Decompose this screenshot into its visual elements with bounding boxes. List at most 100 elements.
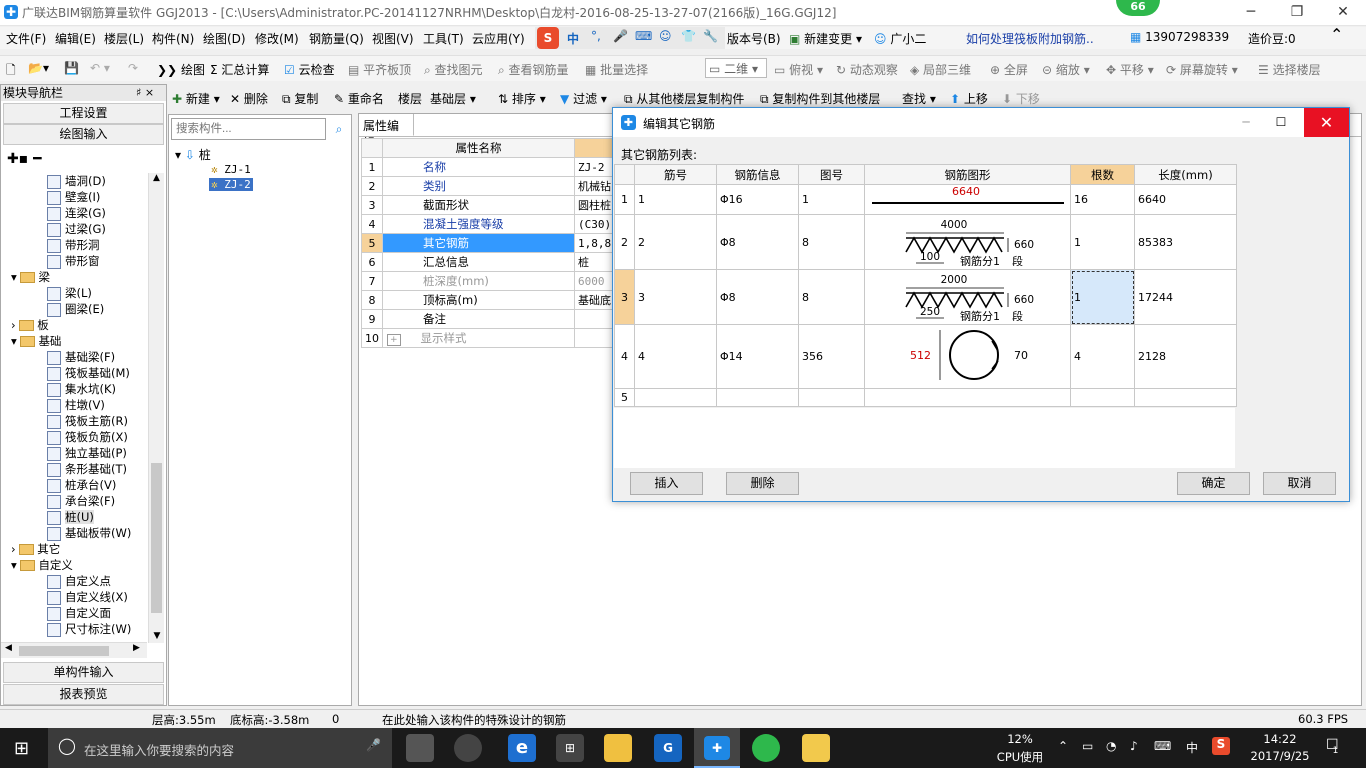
- nav-tree-item[interactable]: 承台梁(F): [47, 493, 115, 509]
- length-cell[interactable]: 17244: [1134, 269, 1237, 325]
- count-cell[interactable]: 1: [1070, 214, 1135, 270]
- skin-icon[interactable]: ☺: [659, 29, 672, 43]
- expand-all-icon[interactable]: ✚▪ ━: [7, 151, 42, 167]
- ok-button[interactable]: 确定: [1177, 472, 1250, 495]
- delete-component-button[interactable]: ✕ 删除: [230, 90, 268, 107]
- redo-icon[interactable]: ↷: [128, 61, 138, 75]
- search-icon[interactable]: ⌕: [328, 118, 350, 140]
- tray-chevron-icon[interactable]: ⌃: [1058, 739, 1068, 753]
- chevron-down-icon[interactable]: ▾: [11, 558, 20, 572]
- nav-tree-item[interactable]: 筏板基础(M): [47, 365, 130, 381]
- sort-button[interactable]: ⇅ 排序 ▾: [498, 90, 546, 107]
- nav-tree-item[interactable]: 基础板带(W): [47, 525, 131, 541]
- nav-tree-item[interactable]: 条形基础(T): [47, 461, 127, 477]
- nav-tree-item[interactable]: 带形窗: [47, 253, 100, 269]
- property-row[interactable]: 6 汇总信息桩: [361, 252, 629, 272]
- menu-file[interactable]: 文件(F): [6, 30, 46, 47]
- rebar-info-cell[interactable]: Φ14: [716, 324, 799, 389]
- menu-modify[interactable]: 修改(M): [255, 30, 299, 47]
- property-row[interactable]: 7 桩深度(mm) 6000: [361, 271, 629, 291]
- rebar-row[interactable]: 3 3 Φ8 8 2000 660 250 钢筋分1 段 1 17244: [614, 269, 1237, 325]
- tree-item-zj1[interactable]: ✲ ZJ-1: [211, 163, 251, 176]
- store-icon[interactable]: ⊞: [556, 734, 584, 762]
- chevron-right-icon[interactable]: ›: [11, 318, 19, 332]
- property-row[interactable]: 2 类别 机械钻: [361, 176, 629, 196]
- dynamic-view-button[interactable]: ↻ 动态观察: [836, 61, 898, 78]
- rebar-info-cell[interactable]: Φ8: [716, 214, 799, 270]
- find-button[interactable]: 查找 ▾: [902, 90, 936, 107]
- rebar-shape-cell[interactable]: 4000 660 100 钢筋分1 段: [864, 214, 1071, 270]
- green-app-icon[interactable]: [752, 734, 780, 762]
- menu-component[interactable]: 构件(N): [152, 30, 194, 47]
- nav-tree-item[interactable]: 墙洞(D): [47, 173, 106, 189]
- score-badge[interactable]: 66: [1116, 0, 1160, 16]
- move-up-button[interactable]: ⬆ 上移: [950, 90, 988, 107]
- nav-tree-item[interactable]: 自定义面: [47, 605, 111, 621]
- tray-sogou-icon[interactable]: S: [1212, 737, 1230, 755]
- notes-icon[interactable]: [802, 734, 830, 762]
- figure-no-cell[interactable]: 8: [798, 214, 865, 270]
- rebar-row[interactable]: 2 2 Φ8 8 4000 660 100 钢筋分1 段 1 85383: [614, 214, 1237, 270]
- open-file-icon[interactable]: 📂▾: [28, 61, 49, 75]
- menu-floor[interactable]: 楼层(L): [104, 30, 144, 47]
- rebar-no-cell[interactable]: 1: [634, 184, 717, 215]
- nav-tree-item[interactable]: 桩承台(V): [47, 477, 116, 493]
- nav-tree-folder[interactable]: ▾ 基础: [11, 333, 61, 349]
- rebar-row[interactable]: 4 4 Φ14 356 512 70 4 2128: [614, 324, 1237, 389]
- windows-start-icon[interactable]: ⊞: [14, 738, 29, 759]
- rebar-no-cell[interactable]: 4: [634, 324, 717, 389]
- new-change-button[interactable]: ▣ 新建变更 ▾: [789, 30, 862, 47]
- nav-tree-item[interactable]: 集水坑(K): [47, 381, 116, 397]
- wrench-icon[interactable]: 🔧: [703, 29, 718, 43]
- project-settings-button[interactable]: 工程设置: [3, 103, 164, 124]
- top-view-button[interactable]: ▭ 俯视 ▾: [774, 61, 823, 78]
- new-component-button[interactable]: ✚ 新建 ▾: [172, 90, 220, 107]
- menu-cloud[interactable]: 云应用(Y): [472, 30, 525, 47]
- assistant-button[interactable]: ☺ 广小二: [874, 30, 926, 47]
- keyboard-icon[interactable]: ⌨: [635, 29, 652, 43]
- nav-tree-item[interactable]: 独立基础(P): [47, 445, 127, 461]
- figure-no-cell[interactable]: 8: [798, 269, 865, 325]
- property-tab[interactable]: 属性编辑: [359, 114, 414, 150]
- rebar-shape-cell[interactable]: 512 70: [864, 324, 1071, 389]
- nav-tree-folder[interactable]: ▾ 自定义: [11, 557, 73, 573]
- menu-version[interactable]: 版本号(B): [727, 30, 781, 47]
- new-file-icon[interactable]: 🗋: [6, 61, 16, 82]
- property-row[interactable]: 8 顶标高(m) 基础底: [361, 290, 629, 310]
- glodon-g-icon[interactable]: G: [654, 734, 682, 762]
- property-row[interactable]: 4 混凝土强度等级 (C30): [361, 214, 629, 234]
- dialog-maximize-icon[interactable]: ☐: [1258, 108, 1304, 137]
- dialog-close-icon[interactable]: ✕: [1304, 108, 1349, 137]
- length-cell[interactable]: [1134, 388, 1237, 407]
- select-floor-button[interactable]: ☰ 选择楼层: [1258, 61, 1321, 78]
- property-row[interactable]: 9 备注: [361, 309, 629, 329]
- tree-root[interactable]: ▾ ⇩ 桩: [175, 146, 211, 163]
- menu-view[interactable]: 视图(V): [372, 30, 414, 47]
- rebar-shape-cell[interactable]: [864, 388, 1071, 407]
- property-row[interactable]: 10 + 显示样式: [361, 328, 629, 348]
- rebar-info-cell[interactable]: Φ8: [716, 269, 799, 325]
- user-phone[interactable]: ▦ 13907298339: [1130, 30, 1229, 44]
- app-swirl-icon[interactable]: [454, 734, 482, 762]
- draw-button[interactable]: ❯❯ 绘图: [157, 61, 205, 78]
- count-cell[interactable]: 1: [1070, 269, 1135, 325]
- move-down-button[interactable]: ⬇ 下移: [1002, 90, 1040, 107]
- task-view-icon[interactable]: [406, 734, 434, 762]
- length-cell[interactable]: 6640: [1134, 184, 1237, 215]
- report-preview-button[interactable]: 报表预览: [3, 684, 164, 705]
- taskbar-search[interactable]: ◯ 在这里输入你要搜索的内容 🎤: [48, 728, 392, 768]
- local-3d-button[interactable]: ◈ 局部三维: [910, 61, 971, 78]
- rebar-row[interactable]: 1 1 Φ16 1 6640 16 6640: [614, 184, 1237, 215]
- tray-keyboard-icon[interactable]: ⌨: [1154, 739, 1171, 753]
- clock-date[interactable]: 2017/9/25: [1244, 749, 1316, 763]
- nav-tree-item[interactable]: 柱墩(V): [47, 397, 105, 413]
- volume-icon[interactable]: ♪: [1130, 739, 1138, 753]
- property-row[interactable]: 5 其它钢筋 1,8,8,:: [361, 233, 629, 253]
- fullscreen-button[interactable]: ⊕ 全屏: [990, 61, 1028, 78]
- chevron-right-icon[interactable]: ›: [11, 542, 19, 556]
- filter-button[interactable]: ▼ 过滤 ▾: [560, 90, 607, 107]
- nav-tree-item[interactable]: 筏板主筋(R): [47, 413, 128, 429]
- rebar-info-cell[interactable]: Φ16: [716, 184, 799, 215]
- mic-icon[interactable]: 🎤: [366, 738, 381, 752]
- rename-button[interactable]: ✎ 重命名: [334, 90, 384, 107]
